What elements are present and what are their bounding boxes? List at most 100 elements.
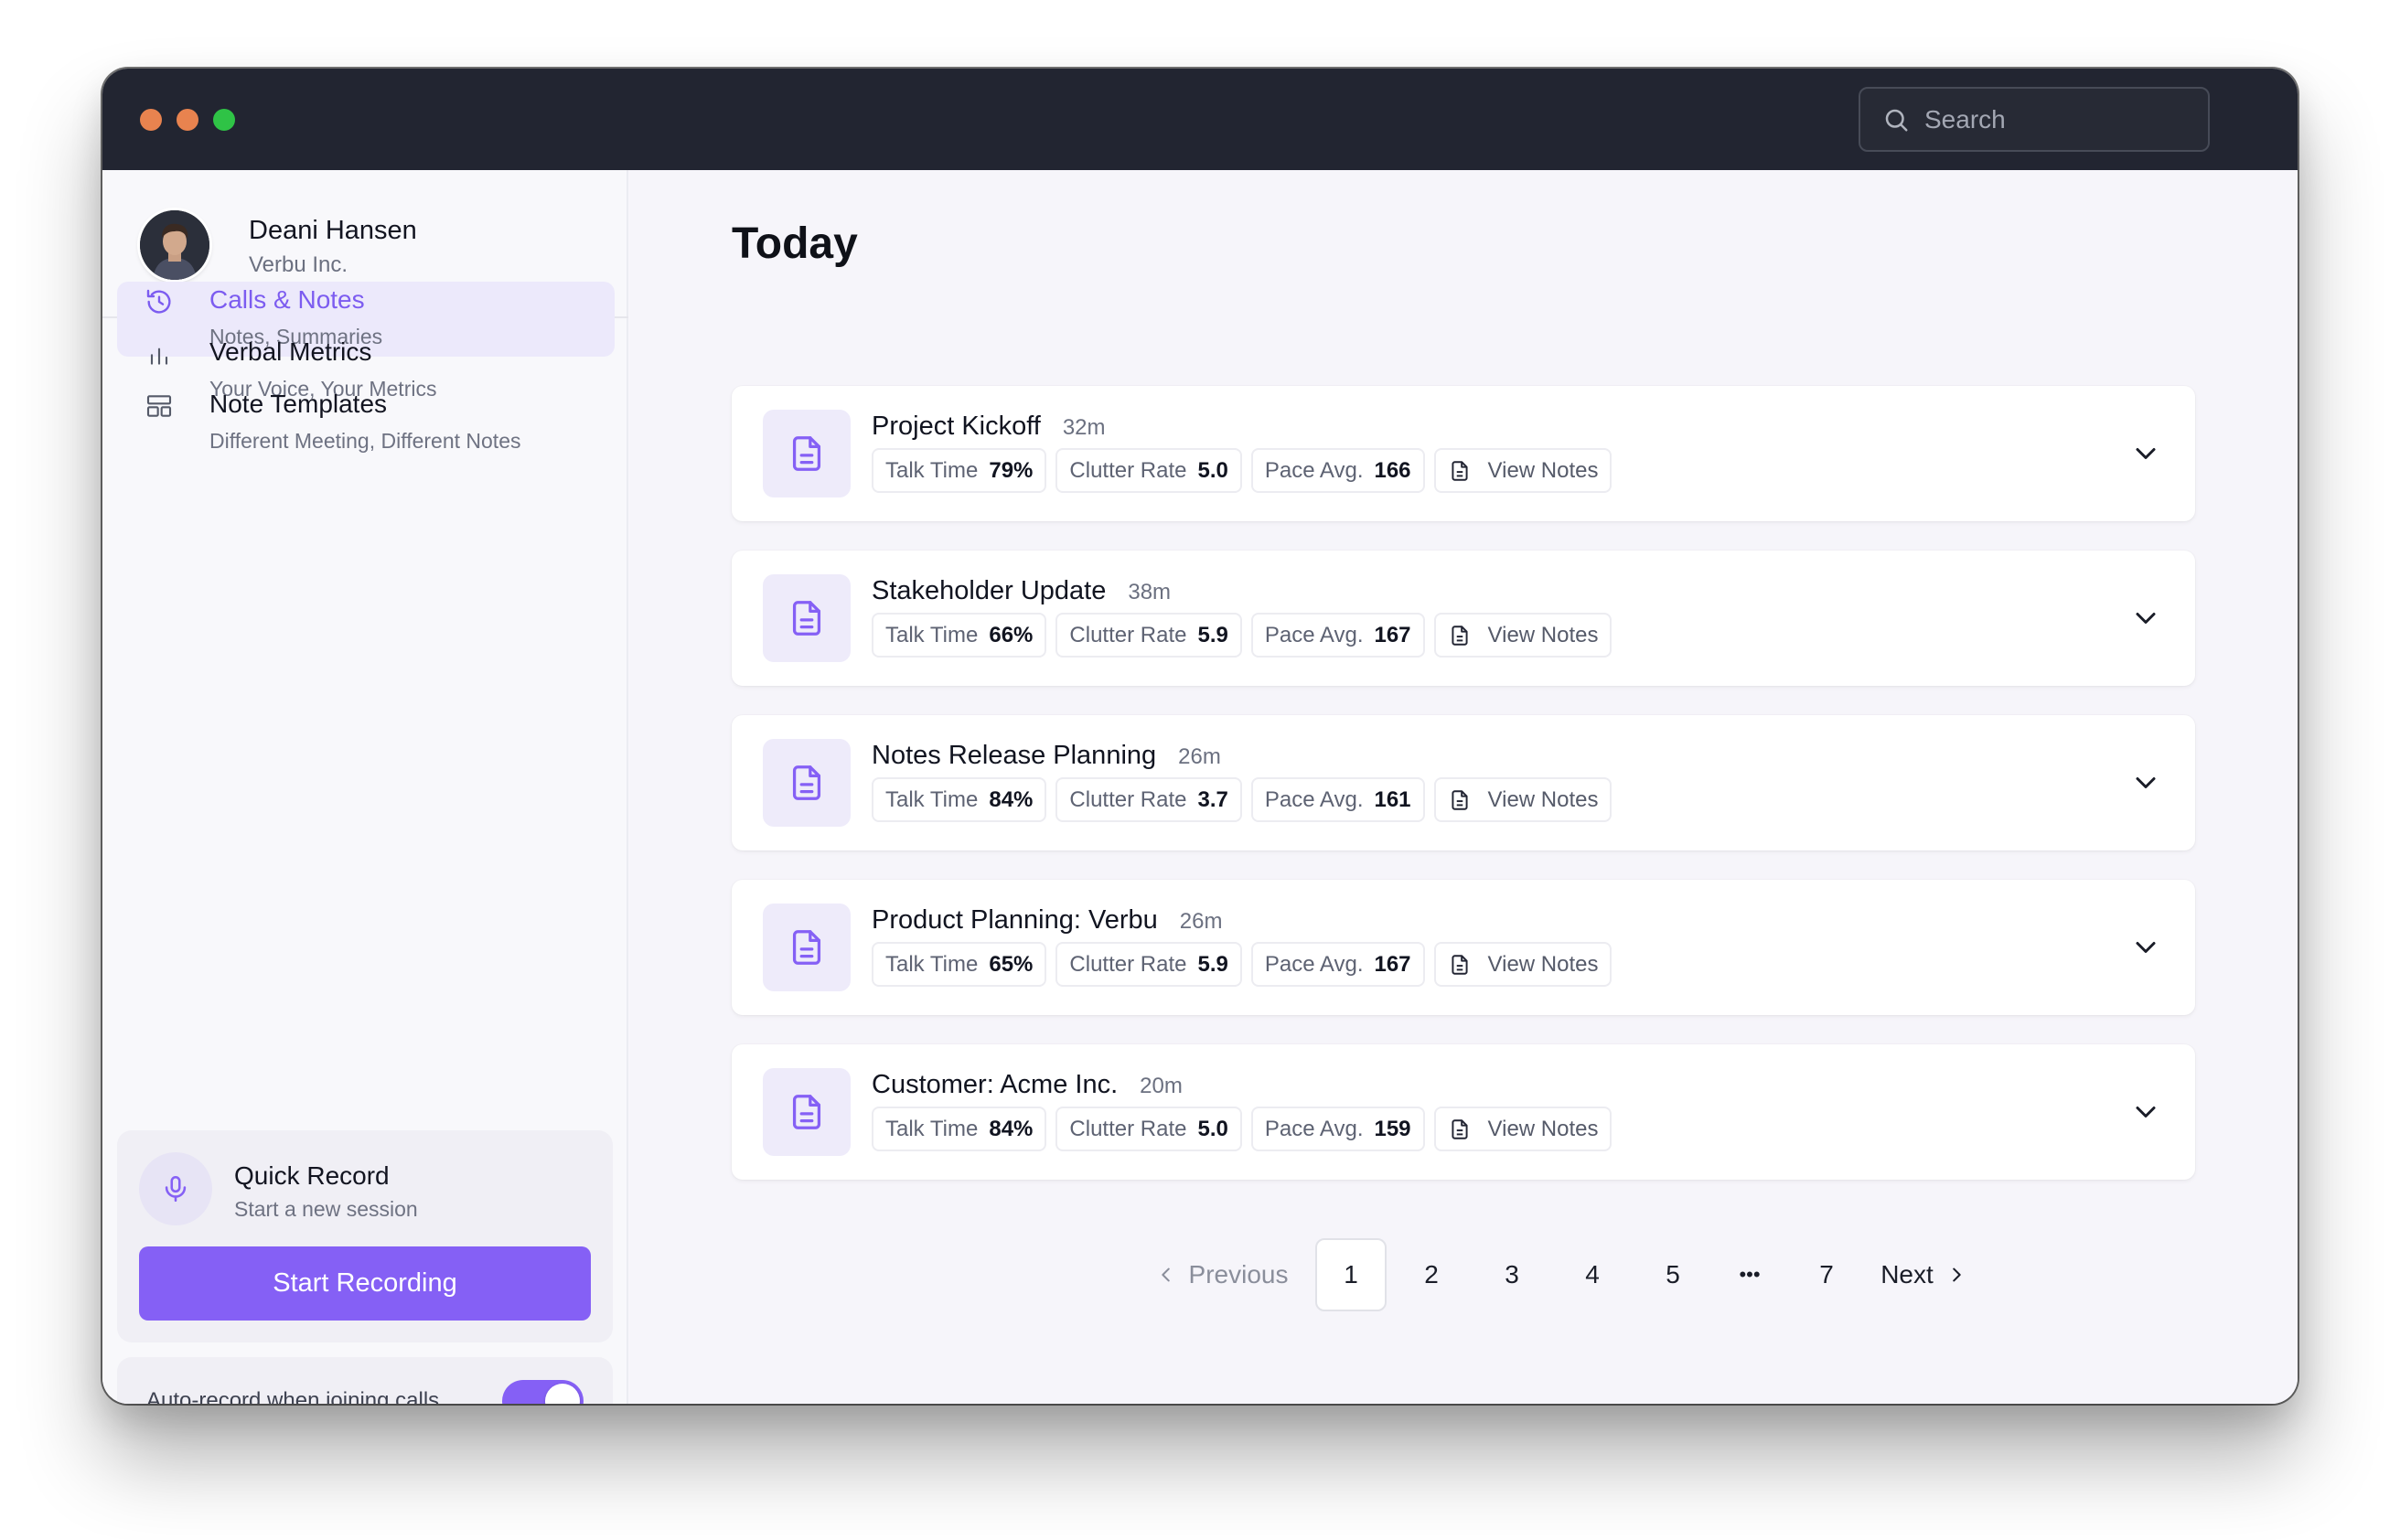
chevron-down-icon[interactable] [2129, 437, 2162, 470]
call-title: Stakeholder Update [872, 576, 1107, 605]
metric-label: Pace Avg. [1264, 786, 1364, 812]
sidebar: Deani Hansen Verbu Inc. Calls & Notes No… [102, 170, 628, 1404]
metric-value: 66% [989, 622, 1034, 647]
bar-chart-icon [150, 348, 168, 365]
view-notes-label: View Notes [1487, 622, 1599, 647]
talk-time-chip: Talk Time 84% [872, 777, 1047, 822]
clutter-rate-chip: Clutter Rate 5.0 [1055, 1107, 1242, 1151]
microphone-icon [165, 1175, 187, 1203]
quick-record-card: Quick Record Start a new session Start R… [117, 1130, 613, 1342]
call-card[interactable]: Stakeholder Update 38m Talk Time 66% Clut… [732, 551, 2195, 686]
metric-value: 3.7 [1197, 786, 1228, 812]
chevron-down-icon[interactable] [2129, 766, 2162, 799]
next-page-button[interactable]: Next [1869, 1238, 1978, 1311]
document-icon-badge [763, 410, 851, 497]
search-box[interactable] [1859, 87, 2210, 152]
call-header: Stakeholder Update 38m [872, 576, 1171, 606]
call-header: Product Planning: Verbu 26m [872, 905, 1222, 936]
sidebar-item-label: Verbal Metrics [209, 337, 372, 366]
chevron-down-icon[interactable] [2129, 602, 2162, 635]
sidebar-item-label: Note Templates [209, 390, 388, 418]
pagination-ellipsis: ••• [1739, 1263, 1761, 1286]
app-window: Deani Hansen Verbu Inc. Calls & Notes No… [102, 69, 2298, 1404]
template-icon [146, 395, 172, 417]
maximize-window-button[interactable] [213, 109, 235, 131]
page-3-button[interactable]: 3 [1476, 1238, 1548, 1311]
auto-record-toggle[interactable] [502, 1380, 584, 1404]
history-icon [146, 289, 171, 314]
notes-icon [1451, 789, 1468, 810]
metric-value: 166 [1374, 457, 1411, 483]
metric-label: Talk Time [885, 786, 979, 812]
chevron-down-icon[interactable] [2129, 1096, 2162, 1128]
call-metrics: Talk Time 66% Clutter Rate 5.9 Pace Avg. 16… [872, 613, 1612, 658]
metric-value: 167 [1374, 622, 1411, 647]
call-duration: 32m [1062, 415, 1106, 440]
view-notes-label: View Notes [1487, 786, 1599, 812]
chevron-left-icon [1161, 1267, 1170, 1282]
auto-record-setting: Auto-record when joining calls [117, 1357, 613, 1404]
document-icon-badge [763, 1068, 851, 1156]
talk-time-chip: Talk Time 65% [872, 942, 1047, 987]
document-icon [792, 601, 821, 636]
call-header: Customer: Acme Inc. 20m [872, 1070, 1183, 1100]
avatar[interactable] [140, 210, 209, 280]
main-content: Today Project Kickoff 32m Talk Time 79% C… [630, 170, 2298, 1404]
chevron-down-icon[interactable] [2129, 931, 2162, 964]
title-bar [102, 69, 2298, 170]
page-7-button[interactable]: 7 [1791, 1238, 1862, 1311]
page-5-button[interactable]: 5 [1637, 1238, 1709, 1311]
call-title: Project Kickoff [872, 412, 1041, 441]
view-notes-button[interactable]: View Notes [1433, 1107, 1612, 1151]
metric-label: Pace Avg. [1264, 1116, 1364, 1141]
pace-avg-chip: Pace Avg. 159 [1250, 1107, 1425, 1151]
call-metrics: Talk Time 65% Clutter Rate 5.9 Pace Avg. 16… [872, 942, 1612, 987]
start-recording-button[interactable]: Start Recording [139, 1246, 591, 1321]
search-input[interactable] [1924, 104, 2199, 134]
sidebar-item-note-templates[interactable]: Note Templates Different Meeting, Differ… [117, 386, 615, 461]
call-card[interactable]: Notes Release Planning 26m Talk Time 84% … [732, 715, 2195, 850]
view-notes-button[interactable]: View Notes [1433, 613, 1612, 658]
toggle-knob [545, 1384, 580, 1404]
document-icon [792, 1095, 821, 1129]
pace-avg-chip: Pace Avg. 166 [1250, 448, 1425, 493]
call-title: Product Planning: Verbu [872, 905, 1158, 935]
pace-avg-chip: Pace Avg. 167 [1250, 942, 1425, 987]
metric-label: Pace Avg. [1264, 457, 1364, 483]
metric-label: Clutter Rate [1069, 951, 1187, 977]
metric-value: 167 [1374, 951, 1411, 977]
view-notes-button[interactable]: View Notes [1433, 942, 1612, 987]
call-card[interactable]: Product Planning: Verbu 26m Talk Time 65%… [732, 880, 2195, 1015]
call-card[interactable]: Customer: Acme Inc. 20m Talk Time 84% Clu… [732, 1044, 2195, 1180]
view-notes-button[interactable]: View Notes [1433, 448, 1612, 493]
close-window-button[interactable] [140, 109, 162, 131]
metric-label: Clutter Rate [1069, 622, 1187, 647]
search-icon [1885, 109, 1908, 131]
page-4-button[interactable]: 4 [1557, 1238, 1628, 1311]
talk-time-chip: Talk Time 84% [872, 1107, 1047, 1151]
metric-value: 5.9 [1197, 622, 1228, 647]
metric-value: 161 [1374, 786, 1411, 812]
metric-value: 79% [989, 457, 1034, 483]
metric-label: Talk Time [885, 1116, 979, 1141]
call-metrics: Talk Time 84% Clutter Rate 5.0 Pace Avg. 15… [872, 1107, 1612, 1151]
avatar-portrait-icon [140, 210, 209, 280]
notes-icon [1451, 625, 1468, 646]
notes-icon [1451, 460, 1468, 481]
user-name: Deani Hansen [249, 216, 417, 245]
minimize-window-button[interactable] [177, 109, 198, 131]
page-1-button[interactable]: 1 [1315, 1238, 1387, 1311]
view-notes-button[interactable]: View Notes [1433, 777, 1612, 822]
call-title: Notes Release Planning [872, 741, 1157, 770]
previous-page-button[interactable]: Previous [1140, 1238, 1304, 1311]
clutter-rate-chip: Clutter Rate 5.0 [1055, 448, 1242, 493]
document-icon [792, 930, 821, 965]
call-duration: 26m [1179, 909, 1223, 934]
metric-label: Clutter Rate [1069, 1116, 1187, 1141]
page-2-button[interactable]: 2 [1396, 1238, 1467, 1311]
metric-label: Clutter Rate [1069, 786, 1187, 812]
metric-label: Talk Time [885, 951, 979, 977]
call-card[interactable]: Project Kickoff 32m Talk Time 79% Clutter… [732, 386, 2195, 521]
sidebar-item-sublabel: Different Meeting, Different Notes [209, 429, 521, 453]
document-icon-badge [763, 904, 851, 991]
